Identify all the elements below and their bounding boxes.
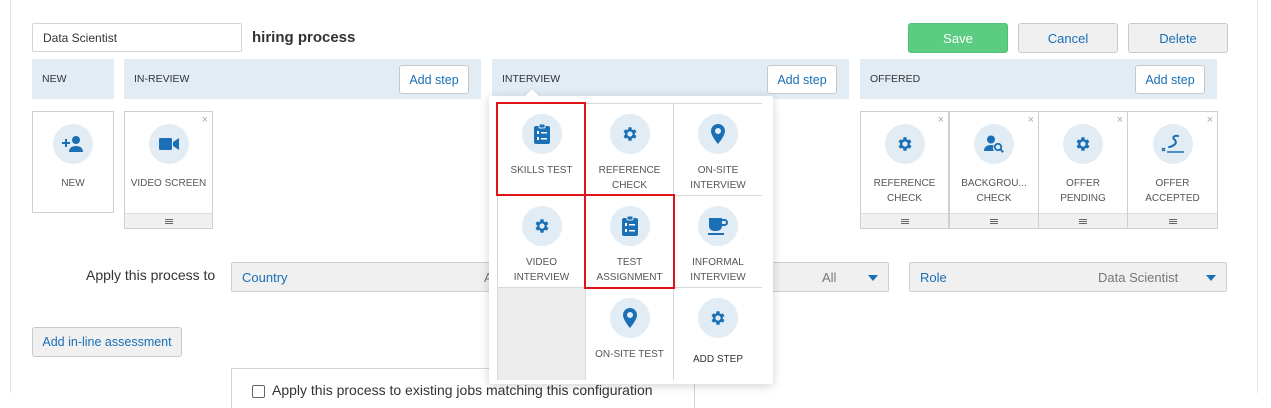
gear-icon bbox=[521, 206, 562, 246]
add-inline-assessment-button[interactable]: Add in-line assessment bbox=[32, 327, 182, 357]
column-interview-label: INTERVIEW bbox=[502, 73, 561, 85]
drag-handle-icon[interactable] bbox=[1039, 213, 1127, 228]
clipboard-list-icon bbox=[609, 206, 650, 246]
role-select-value: Data Scientist bbox=[1098, 270, 1179, 285]
step-card-offer-pending[interactable]: × OFFER PENDING bbox=[1038, 111, 1128, 229]
page-title: hiring process bbox=[252, 29, 356, 46]
step-option-reference-check[interactable]: REFERENCE CHECK bbox=[586, 104, 674, 196]
step-option-label: TEST ASSIGNMENT bbox=[596, 257, 663, 283]
chevron-down-icon bbox=[1206, 275, 1216, 281]
cancel-button[interactable]: Cancel bbox=[1018, 23, 1118, 53]
interview-add-step-button[interactable]: Add step bbox=[767, 65, 837, 94]
step-card-label: OFFER ACCEPTED bbox=[1145, 178, 1200, 204]
close-icon[interactable]: × bbox=[1117, 115, 1123, 126]
step-option-label: REFERENCE CHECK bbox=[598, 165, 661, 191]
step-card-label: BACKGROU... CHECK bbox=[961, 178, 1027, 204]
step-option-label: ON-SITE INTERVIEW bbox=[690, 165, 746, 191]
step-card-label: NEW bbox=[61, 178, 85, 189]
in-review-add-step-button[interactable]: Add step bbox=[399, 65, 469, 94]
gear-icon bbox=[884, 124, 925, 164]
step-option-on-site-interview[interactable]: ON-SITE INTERVIEW bbox=[674, 104, 762, 196]
close-icon[interactable]: × bbox=[1028, 115, 1034, 126]
step-option-video-interview[interactable]: VIDEO INTERVIEW bbox=[498, 196, 586, 288]
step-card-reference-check[interactable]: × REFERENCE CHECK bbox=[860, 111, 949, 229]
drag-handle-icon[interactable] bbox=[950, 213, 1038, 228]
column-interview-header: INTERVIEW Add step bbox=[492, 59, 849, 99]
step-card-label: OFFER PENDING bbox=[1060, 178, 1106, 204]
map-pin-icon bbox=[698, 114, 738, 154]
step-picker-grid: SKILLS TEST REFERENCE CHECK ON-SITE INTE… bbox=[497, 103, 762, 380]
step-option-label: INFORMAL INTERVIEW bbox=[690, 257, 746, 283]
job-name-input[interactable] bbox=[32, 23, 242, 52]
drag-handle-icon[interactable] bbox=[1128, 213, 1217, 228]
empty-cell bbox=[498, 288, 586, 380]
offered-add-step-button[interactable]: Add step bbox=[1135, 65, 1205, 94]
column-new-header: NEW bbox=[32, 59, 114, 99]
column-in-review-header: IN-REVIEW Add step bbox=[124, 59, 481, 99]
add-person-icon bbox=[53, 124, 93, 164]
apply-existing-jobs-checkbox[interactable] bbox=[252, 385, 265, 398]
frame-border-left bbox=[10, 0, 11, 393]
step-card-label: REFERENCE CHECK bbox=[873, 178, 936, 204]
step-option-add-step[interactable]: ADD STEP bbox=[674, 288, 762, 380]
step-card-new[interactable]: NEW bbox=[32, 111, 114, 213]
delete-button[interactable]: Delete bbox=[1128, 23, 1228, 53]
gear-icon bbox=[609, 114, 650, 154]
chevron-down-icon bbox=[868, 275, 878, 281]
column-in-review-label: IN-REVIEW bbox=[134, 73, 190, 85]
step-option-test-assignment[interactable]: TEST ASSIGNMENT bbox=[586, 196, 674, 288]
drag-handle-icon[interactable] bbox=[861, 213, 948, 228]
step-card-video-screen[interactable]: × VIDEO SCREEN bbox=[124, 111, 213, 229]
step-card-offer-accepted[interactable]: × OFFER ACCEPTED bbox=[1127, 111, 1218, 229]
coffee-cup-icon bbox=[698, 206, 738, 246]
step-card-background-check[interactable]: × BACKGROU... CHECK bbox=[949, 111, 1039, 229]
apply-existing-jobs-label: Apply this process to existing jobs matc… bbox=[272, 382, 653, 398]
country-select[interactable]: Country A bbox=[231, 262, 493, 292]
popup-arrow bbox=[524, 89, 540, 97]
map-pin-icon bbox=[609, 298, 650, 338]
apply-process-label: Apply this process to bbox=[86, 267, 216, 283]
column-offered-label: OFFERED bbox=[870, 73, 921, 85]
column-new-label: NEW bbox=[42, 73, 67, 85]
middle-select-value: All bbox=[822, 270, 837, 285]
gear-icon bbox=[1063, 124, 1103, 164]
step-option-skills-test[interactable]: SKILLS TEST bbox=[498, 104, 586, 196]
save-button[interactable]: Save bbox=[908, 23, 1008, 53]
frame-border-right bbox=[1257, 0, 1258, 393]
close-icon[interactable]: × bbox=[938, 115, 944, 126]
role-select[interactable]: Role Data Scientist bbox=[909, 262, 1227, 292]
video-camera-icon bbox=[148, 124, 189, 164]
step-option-label: SKILLS TEST bbox=[510, 165, 573, 176]
close-icon[interactable]: × bbox=[202, 115, 208, 126]
step-option-label: VIDEO INTERVIEW bbox=[513, 257, 570, 283]
country-select-name: Country bbox=[242, 270, 288, 285]
close-icon[interactable]: × bbox=[1207, 115, 1213, 126]
step-option-informal-interview[interactable]: INFORMAL INTERVIEW bbox=[674, 196, 762, 288]
step-option-label: ON-SITE TEST bbox=[595, 349, 664, 360]
gear-icon bbox=[698, 298, 738, 338]
column-offered-header: OFFERED Add step bbox=[860, 59, 1217, 99]
step-card-label: VIDEO SCREEN bbox=[130, 178, 207, 189]
clipboard-list-icon bbox=[521, 114, 562, 154]
step-option-label: ADD STEP bbox=[692, 354, 743, 365]
person-search-icon bbox=[974, 124, 1014, 164]
signature-icon bbox=[1152, 124, 1193, 164]
role-select-name: Role bbox=[920, 270, 947, 285]
step-option-on-site-test[interactable]: ON-SITE TEST bbox=[586, 288, 674, 380]
drag-handle-icon[interactable] bbox=[125, 213, 212, 228]
